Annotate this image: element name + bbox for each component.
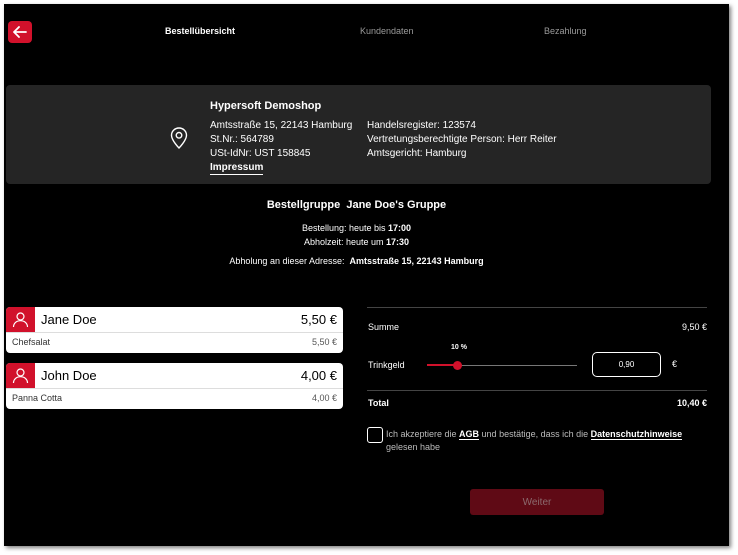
step-order-overview[interactable]: Bestellübersicht xyxy=(165,26,235,36)
total-value: 10,40 € xyxy=(676,398,707,408)
user-avatar xyxy=(6,363,35,388)
group-label: Bestellgruppe xyxy=(266,199,341,211)
group-name: Jane Doe's Gruppe xyxy=(346,199,447,211)
shop-info-card: Hypersoft Demoshop Amtsstraße 15, 22143 … xyxy=(6,85,711,184)
shop-register: Handelsregister: 123574 xyxy=(367,120,476,131)
shop-name: Hypersoft Demoshop xyxy=(210,100,322,112)
pickup-address-label: Abholung an dieser Adresse: xyxy=(229,256,345,266)
tip-currency: € xyxy=(672,359,678,369)
order-deadline-time: 17:00 xyxy=(388,223,412,233)
tip-slider[interactable] xyxy=(427,361,577,370)
terms-text-part: Ich akzeptiere die xyxy=(386,429,460,439)
shop-tax-number: St.Nr.: 564789 xyxy=(210,134,274,145)
location-pin-icon xyxy=(170,127,188,149)
step-payment[interactable]: Bezahlung xyxy=(544,26,587,36)
sum-label: Summe xyxy=(368,322,400,332)
shop-representative: Vertretungsberechtigte Person: Herr Reit… xyxy=(367,134,557,145)
order-person-name: John Doe xyxy=(41,368,97,383)
order-card[interactable]: John Doe 4,00 € Panna Cotta 4,00 € xyxy=(6,363,343,409)
shop-address: Amtsstraße 15, 22143 Hamburg xyxy=(210,120,353,131)
shop-court: Amtsgericht: Hamburg xyxy=(367,148,467,159)
pickup-address-value: Amtsstraße 15, 22143 Hamburg xyxy=(349,256,484,266)
order-card-header: Jane Doe 5,50 € xyxy=(6,307,343,333)
shop-legal-details: Handelsregister: 123574 Vertretungsberec… xyxy=(367,119,557,161)
pickup-address: Abholung an dieser Adresse: Amtsstraße 1… xyxy=(4,256,709,266)
step-customer-data[interactable]: Kundendaten xyxy=(360,26,414,36)
order-item-price: 5,50 € xyxy=(311,337,337,347)
user-icon xyxy=(12,368,29,384)
group-title: Bestellgruppe Jane Doe's Gruppe xyxy=(4,199,709,211)
shop-vat-id: USt-IdNr: UST 158845 xyxy=(210,148,311,159)
total-label: Total xyxy=(368,398,389,408)
next-button[interactable]: Weiter xyxy=(470,489,604,515)
order-deadline: Bestellung: heute bis 17:00 xyxy=(4,223,709,233)
terms-text-part: gelesen habe xyxy=(386,442,441,452)
order-person-total: 5,50 € xyxy=(300,312,337,327)
checkout-window: Bestellübersicht Kundendaten Bezahlung H… xyxy=(4,4,729,546)
order-person-name: Jane Doe xyxy=(41,312,97,327)
pickup-time-value: 17:30 xyxy=(386,237,410,247)
order-deadline-label: Bestellung: heute bis xyxy=(301,223,389,233)
order-card-header: John Doe 4,00 € xyxy=(6,363,343,389)
tip-percent-label: 10 % xyxy=(451,344,467,351)
order-item-name: Chefsalat xyxy=(12,337,51,347)
sum-value: 9,50 € xyxy=(681,322,707,332)
agb-link[interactable]: AGB xyxy=(459,429,480,440)
tip-label: Trinkgeld xyxy=(368,360,405,370)
pickup-time-label: Abholzeit: heute um xyxy=(303,237,387,247)
tip-amount-input[interactable] xyxy=(592,352,661,377)
summary-divider xyxy=(367,390,707,391)
checkout-steps: Bestellübersicht Kundendaten Bezahlung xyxy=(4,26,729,40)
terms-text-part: und bestätige, dass ich die xyxy=(479,429,591,439)
order-item-price: 4,00 € xyxy=(311,393,337,403)
terms-text: Ich akzeptiere die AGB und bestätige, da… xyxy=(386,428,711,454)
shop-details: Amtsstraße 15, 22143 Hamburg St.Nr.: 564… xyxy=(210,119,352,175)
user-avatar xyxy=(6,307,35,332)
privacy-link[interactable]: Datenschutzhinweise xyxy=(590,429,683,440)
order-person-total: 4,00 € xyxy=(300,368,337,383)
user-icon xyxy=(12,312,29,328)
terms-checkbox[interactable] xyxy=(367,427,383,443)
order-card[interactable]: Jane Doe 5,50 € Chefsalat 5,50 € xyxy=(6,307,343,353)
order-item-name: Panna Cotta xyxy=(12,393,63,403)
impressum-link[interactable]: Impressum xyxy=(210,162,264,175)
summary-divider xyxy=(367,307,707,308)
tip-slider-thumb[interactable] xyxy=(453,361,462,370)
pickup-time: Abholzeit: heute um 17:30 xyxy=(4,237,709,247)
